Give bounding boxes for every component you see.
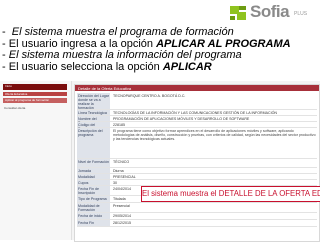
sidebar-item-consultar[interactable]: Consultar oferta <box>4 106 25 110</box>
sofia-logo-icon <box>230 6 246 20</box>
sidebar-item-selected[interactable]: Aplicar al programa de formación <box>3 98 67 103</box>
row-fecha-fin: Fecha Fin 28/12/2015 <box>77 220 317 227</box>
sidebar-header[interactable]: Inicio <box>3 84 67 90</box>
step-4: - El usuario selecciona la opción APLICA… <box>2 60 212 73</box>
row-fecha-inicio: Fecha de inicio 29/05/2014 <box>77 213 317 220</box>
row-descripcion: Descripción del programa El programa tie… <box>77 128 317 159</box>
sidebar-section[interactable]: Oferta Educativa <box>3 92 67 96</box>
panel-title: Detalle de la Oferta Educativa <box>75 85 319 91</box>
app-screenshot: Inicio Oferta Educativa Aplicar al progr… <box>0 81 320 242</box>
logo-subtitle: PLUS <box>294 11 308 17</box>
logo-text: Sofia <box>250 2 290 21</box>
detail-panel: Detalle de la Oferta Educativa Dirección… <box>74 84 320 242</box>
row-nivel: Nivel de Formación TÉCNICO <box>77 159 317 168</box>
row-direccion: Dirección del Lugar donde se va a realiz… <box>77 93 317 110</box>
sofia-logo: Sofia PLUS <box>228 2 316 24</box>
row-modalidad-formacion: Modalidad de Formación Presencial <box>77 203 317 213</box>
steps-list: - El sistema muestra el programa de form… <box>2 26 320 73</box>
callout-label: El sistema muestra el DETALLE DE LA OFER… <box>141 186 320 202</box>
sidebar: Inicio Oferta Educativa Aplicar al progr… <box>0 81 72 240</box>
